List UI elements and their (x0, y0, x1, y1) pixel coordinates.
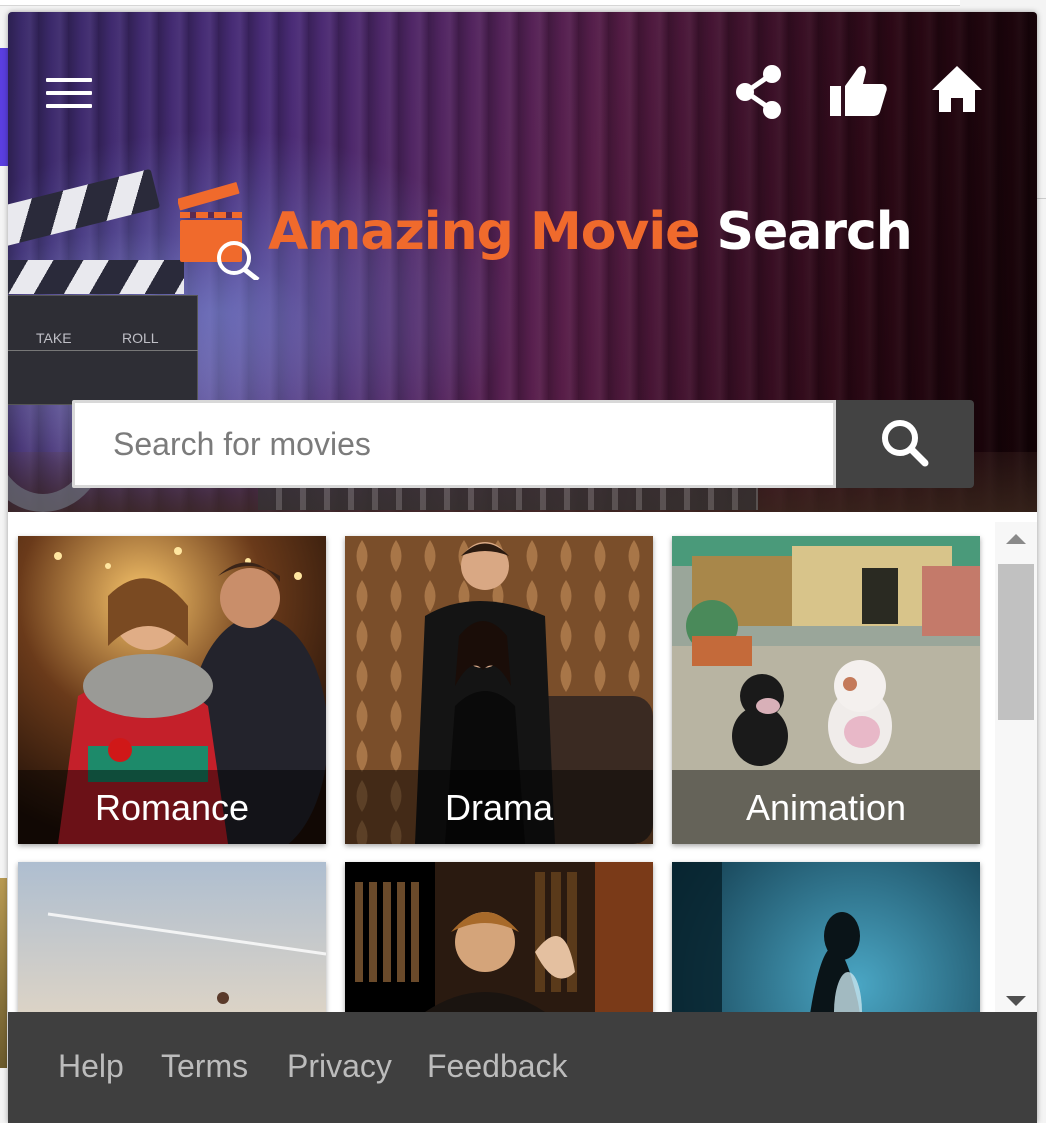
scroll-thumb[interactable] (998, 564, 1034, 720)
clapperboard-stripes (8, 260, 184, 294)
app-logo: Amazing Movie Search (178, 180, 913, 280)
category-label: Animation (672, 770, 980, 844)
scrollbar[interactable] (995, 522, 1037, 1012)
category-tile-animation[interactable]: Animation (672, 536, 980, 844)
clapper-take-label: TAKE (36, 330, 72, 346)
category-tile-drama[interactable]: Drama (345, 536, 653, 844)
extension-popup: TAKE ROLL Amazing Movie Search Search fo… (8, 12, 1037, 1123)
category-tile[interactable] (672, 862, 980, 1012)
scroll-up-arrow-icon[interactable] (1006, 534, 1026, 544)
clapperboard-line (8, 350, 198, 351)
search-bar (72, 400, 974, 488)
clapper-roll-label: ROLL (122, 330, 159, 346)
background-accent (0, 48, 8, 166)
logo-title-accent: Amazing Movie (268, 202, 700, 262)
category-label: Romance (18, 770, 326, 844)
logo-title-white: Search (716, 202, 913, 262)
footer: Help Terms Privacy Feedback (8, 1012, 1037, 1123)
footer-link-feedback[interactable]: Feedback (427, 1048, 568, 1085)
category-label: Drama (345, 770, 653, 844)
library-thumbnail (345, 862, 653, 1012)
home-icon[interactable] (930, 64, 984, 119)
search-input[interactable] (72, 400, 836, 488)
category-tile[interactable] (345, 862, 653, 1012)
search-icon (882, 419, 929, 466)
clapperboard-arm (8, 168, 161, 252)
search-button[interactable] (836, 400, 974, 488)
category-tile[interactable] (18, 862, 326, 1012)
scroll-down-arrow-icon[interactable] (1006, 996, 1026, 1006)
footer-link-privacy[interactable]: Privacy (287, 1048, 392, 1085)
sky-thumbnail (18, 862, 326, 1012)
background-image-edge (0, 878, 7, 1068)
category-grid: Romance Drama Animation (8, 512, 1037, 1012)
category-tile-romance[interactable]: Romance (18, 536, 326, 844)
hamburger-menu-icon[interactable] (46, 78, 94, 108)
thumbs-up-icon[interactable] (828, 64, 888, 123)
background-divider (1036, 198, 1046, 199)
footer-link-help[interactable]: Help (58, 1048, 124, 1085)
footer-link-terms[interactable]: Terms (161, 1048, 248, 1085)
background-browser-bar (0, 0, 960, 6)
clapperboard-magnifier-icon (178, 182, 260, 280)
header-banner: TAKE ROLL Amazing Movie Search Search fo… (8, 12, 1037, 512)
horror-thumbnail (672, 862, 980, 1012)
share-icon[interactable] (734, 64, 784, 125)
